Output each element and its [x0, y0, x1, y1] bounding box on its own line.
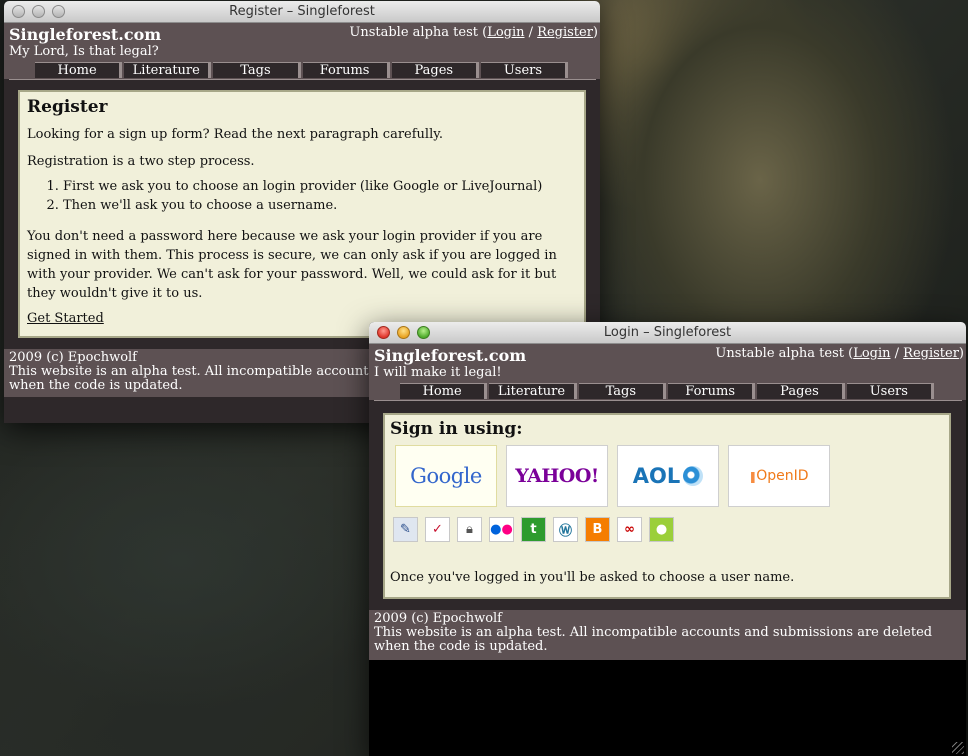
tab-home[interactable]: Home — [400, 383, 488, 399]
link-separator: / — [890, 346, 904, 361]
aol-eye-icon — [683, 466, 704, 486]
resize-handle[interactable] — [952, 742, 964, 754]
alpha-notice: This website is an alpha test. All incom… — [374, 625, 933, 654]
tab-forums[interactable]: Forums — [302, 62, 390, 78]
verisign-icon[interactable]: ✓ — [425, 517, 450, 542]
window-title: Login – Singleforest — [603, 325, 732, 340]
site-header: Singleforest.com I will make it legal! U… — [369, 344, 966, 401]
tab-home[interactable]: Home — [35, 62, 123, 78]
step-item: First we ask you to choose an login prov… — [63, 177, 577, 196]
username-note: Once you've logged in you'll be asked to… — [390, 570, 795, 585]
tab-tags[interactable]: Tags — [578, 383, 666, 399]
google-logo: Google — [410, 464, 482, 488]
openid-icon: ı — [749, 464, 757, 488]
zoom-button[interactable] — [417, 326, 430, 339]
nav-tabs: Home Literature Tags Forums Pages Users — [9, 62, 596, 80]
tab-literature[interactable]: Literature — [489, 383, 577, 399]
alpha-label: Unstable alpha test ( — [349, 25, 488, 40]
blogger-icon[interactable]: B — [585, 517, 610, 542]
claimid-icon[interactable]: ● — [649, 517, 674, 542]
tab-users[interactable]: Users — [480, 62, 569, 78]
alpha-label: Unstable alpha test ( — [715, 346, 854, 361]
login-link[interactable]: Login — [853, 346, 890, 361]
intro-paragraph: Looking for a sign up form? Read the nex… — [27, 127, 443, 142]
aol-button[interactable]: AOL — [617, 445, 719, 507]
copyright: 2009 (c) Epochwolf — [374, 611, 502, 626]
page-title: Register — [27, 97, 108, 117]
signin-heading: Sign in using: — [390, 419, 523, 439]
tab-tags[interactable]: Tags — [213, 62, 301, 78]
link-separator: / — [524, 25, 538, 40]
close-button[interactable] — [377, 326, 390, 339]
content-wrap: Register Looking for a sign up form? Rea… — [4, 79, 600, 349]
paren-close: ) — [958, 346, 964, 361]
wordpress-icon[interactable]: Ⓦ — [553, 517, 578, 542]
window-title: Register – Singleforest — [229, 4, 375, 19]
nav-tabs: Home Literature Tags Forums Pages Users — [374, 383, 962, 401]
site-footer: 2009 (c) Epochwolf This website is an al… — [369, 610, 966, 660]
provider-buttons: Google YAHOO! AOL ı OpenID — [395, 445, 944, 507]
paren-close: ) — [592, 25, 598, 40]
zoom-button[interactable] — [52, 5, 65, 18]
tab-pages[interactable]: Pages — [757, 383, 845, 399]
steps-list: First we ask you to choose an login prov… — [63, 177, 577, 215]
close-button[interactable] — [12, 5, 25, 18]
login-window: Login – Singleforest Singleforest.com I … — [369, 322, 966, 756]
livejournal-icon[interactable]: ∞ — [617, 517, 642, 542]
minimize-button[interactable] — [32, 5, 45, 18]
aol-logo: AOL — [632, 464, 681, 488]
technorati-icon[interactable]: t — [521, 517, 546, 542]
openid-button[interactable]: ı OpenID — [728, 445, 830, 507]
get-started-link[interactable]: Get Started — [27, 311, 104, 326]
tab-literature[interactable]: Literature — [124, 62, 212, 78]
minimize-button[interactable] — [397, 326, 410, 339]
flickr-icon[interactable]: ● ● — [489, 517, 514, 542]
more-providers: ✎ ✓ 🔒︎ ● ● t Ⓦ B ∞ ● — [393, 517, 944, 542]
step-item: Then we'll ask you to choose a username. — [63, 196, 577, 215]
tab-forums[interactable]: Forums — [667, 383, 756, 399]
login-content: Sign in using: Google YAHOO! AOL ı OpenI… — [383, 413, 951, 599]
register-link[interactable]: Register — [903, 346, 959, 361]
account-links: Unstable alpha test (Login / Register) — [349, 25, 598, 40]
login-titlebar[interactable]: Login – Singleforest — [369, 322, 966, 344]
window-controls — [377, 326, 430, 339]
account-links: Unstable alpha test (Login / Register) — [715, 346, 964, 361]
openid-logo: OpenID — [756, 468, 809, 484]
site-tagline: My Lord, Is that legal? — [9, 44, 159, 59]
register-content: Register Looking for a sign up form? Rea… — [18, 90, 586, 338]
register-link[interactable]: Register — [537, 25, 593, 40]
google-button[interactable]: Google — [395, 445, 497, 507]
site-header: Singleforest.com My Lord, Is that legal?… — [4, 23, 600, 80]
login-link[interactable]: Login — [487, 25, 524, 40]
tab-pages[interactable]: Pages — [391, 62, 479, 78]
yahoo-button[interactable]: YAHOO! — [506, 445, 608, 507]
lock-icon[interactable]: 🔒︎ — [457, 517, 482, 542]
window-controls — [12, 5, 65, 18]
site-tagline: I will make it legal! — [374, 365, 502, 380]
myopenid-icon[interactable]: ✎ — [393, 517, 418, 542]
register-titlebar[interactable]: Register – Singleforest — [4, 1, 600, 23]
yahoo-logo: YAHOO! — [515, 465, 599, 487]
tab-users[interactable]: Users — [846, 383, 934, 399]
process-paragraph: Registration is a two step process. — [27, 154, 255, 169]
password-paragraph: You don't need a password here because w… — [27, 229, 557, 301]
content-wrap: Sign in using: Google YAHOO! AOL ı OpenI… — [369, 400, 966, 610]
